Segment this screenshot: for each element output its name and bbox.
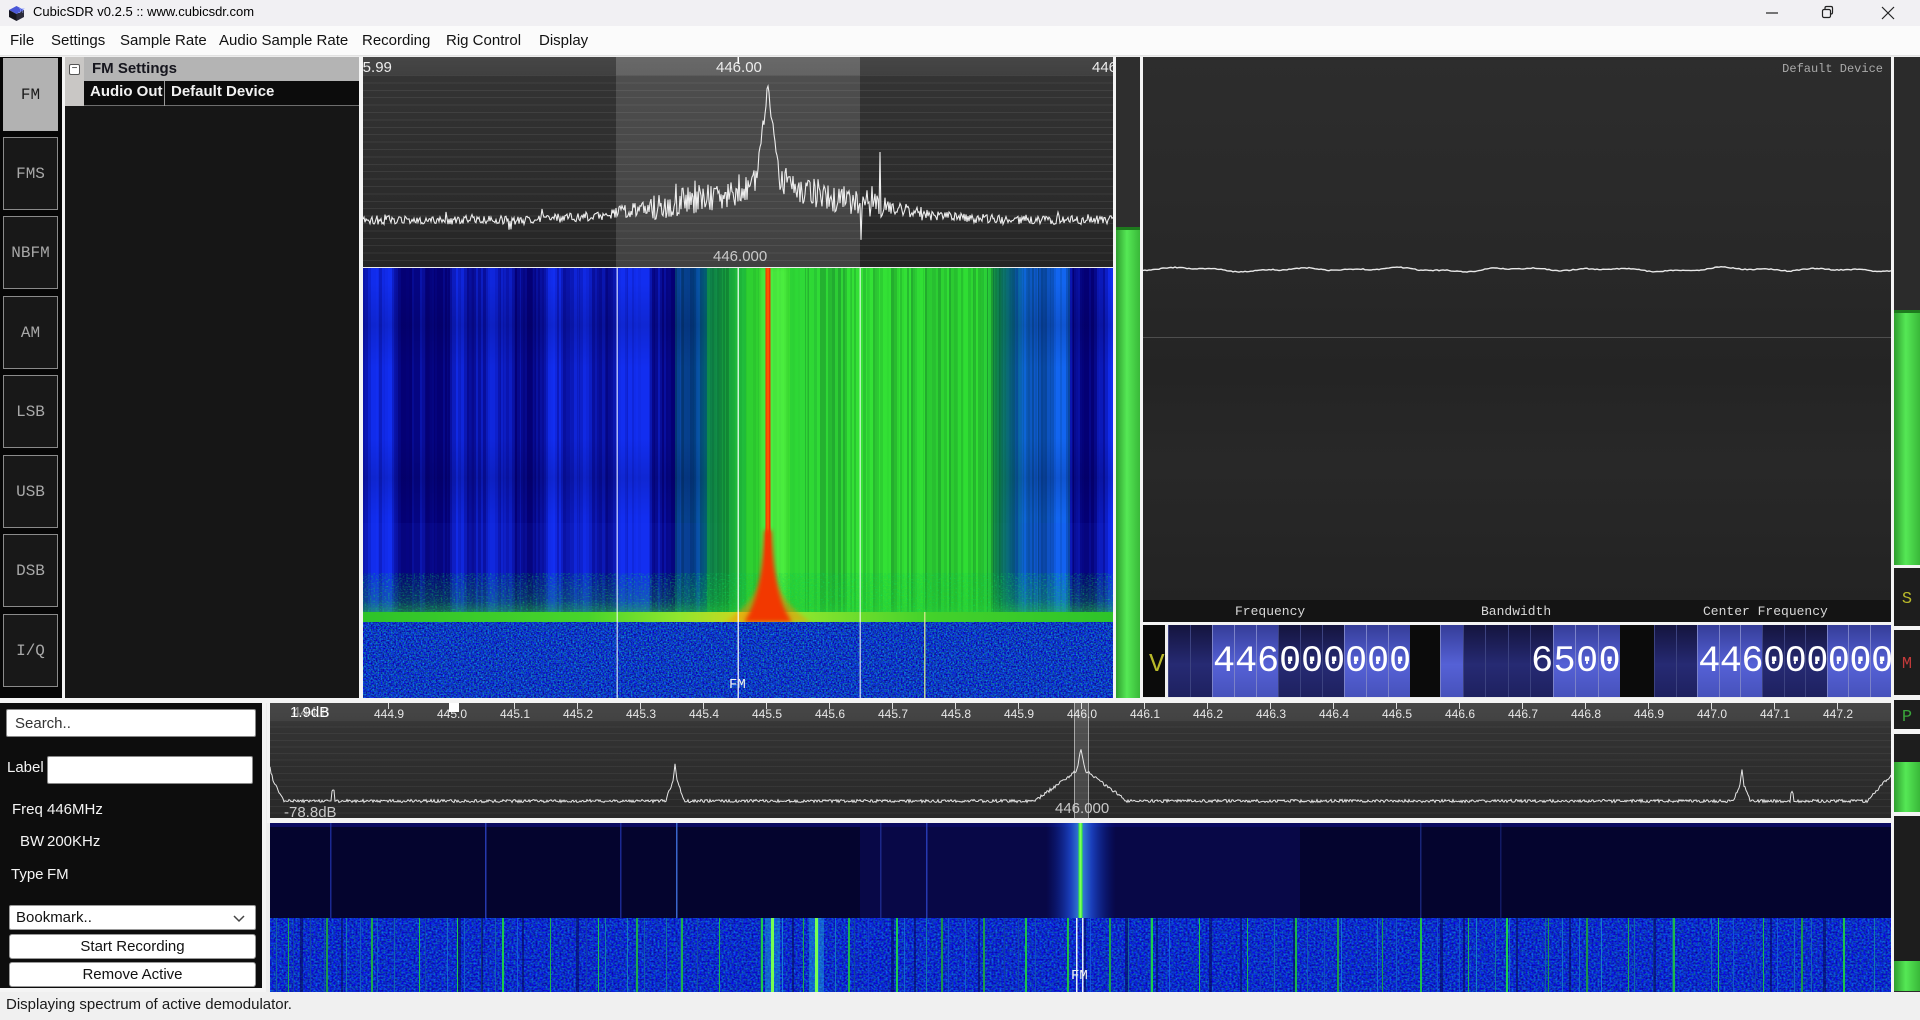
- svg-text:FM: FM: [1071, 968, 1088, 984]
- svg-text:JT: JT: [18, 9, 25, 15]
- svg-text:FM: FM: [729, 677, 746, 693]
